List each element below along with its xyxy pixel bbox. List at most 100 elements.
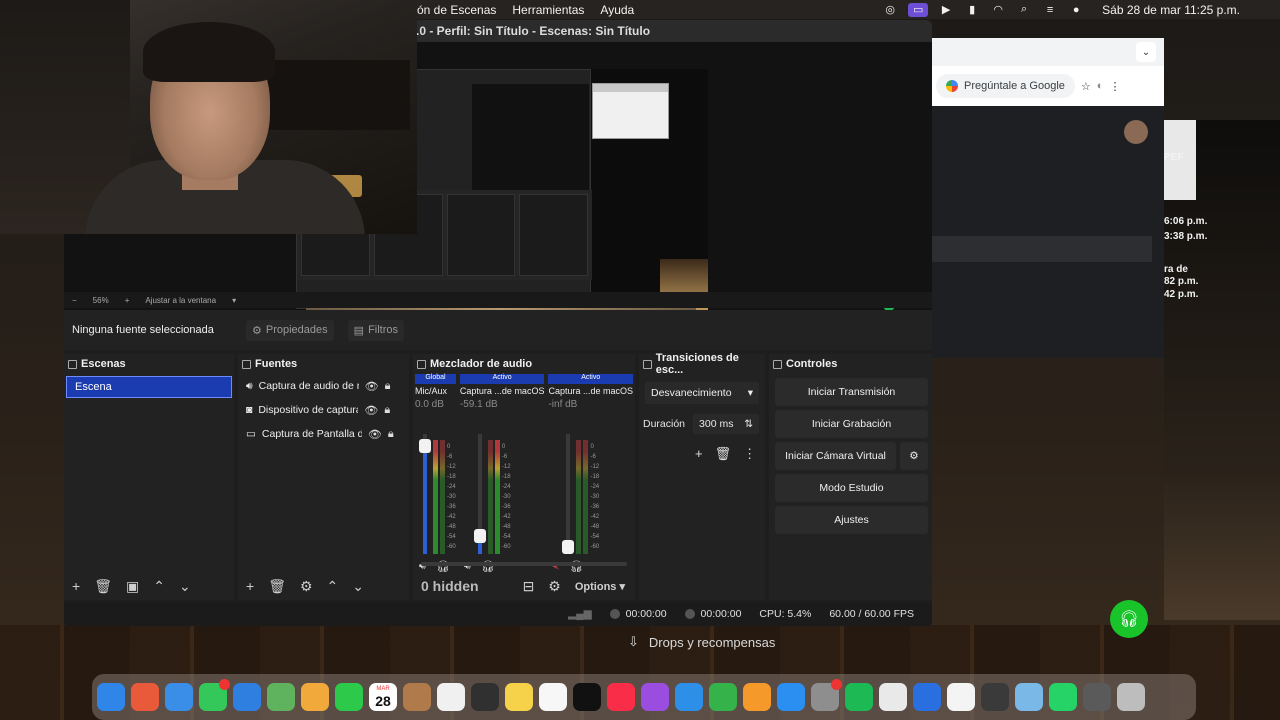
- visibility-eye-icon[interactable]: 👁︎: [365, 380, 379, 393]
- move-up-icon[interactable]: ⌃: [153, 578, 165, 595]
- source-item[interactable]: 🔊︎ Captura de audio de n 👁︎ 🔒︎: [238, 374, 409, 398]
- add-source-icon[interactable]: +: [246, 578, 254, 594]
- mixer-scrollbar[interactable]: [421, 562, 627, 566]
- dock-app-photos[interactable]: [301, 683, 329, 711]
- dock-app-card-app[interactable]: [879, 683, 907, 711]
- zoom-dropdown-icon[interactable]: ▾: [232, 296, 236, 305]
- bookmark-star-icon[interactable]: ☆: [1081, 80, 1091, 93]
- scene-item-escena[interactable]: Escena: [66, 376, 232, 398]
- dock-app-mail[interactable]: [233, 683, 261, 711]
- obs-tray-icon[interactable]: ◎: [882, 4, 898, 16]
- remove-source-icon[interactable]: 🗑: [268, 578, 286, 595]
- wifi-icon[interactable]: ◠: [990, 4, 1006, 16]
- headset-support-icon[interactable]: 🎧︎: [1110, 600, 1148, 638]
- move-down-icon[interactable]: ⌄: [352, 578, 364, 595]
- lock-icon[interactable]: 🔒︎: [388, 428, 394, 441]
- drops-banner[interactable]: ⇩ Drops y recompensas: [628, 634, 775, 650]
- search-icon[interactable]: ⌕: [1016, 3, 1032, 16]
- remove-scene-icon[interactable]: 🗑: [94, 578, 112, 595]
- scene-filters-icon[interactable]: ▣: [126, 578, 139, 595]
- dock-app-messages[interactable]: [199, 679, 230, 711]
- dock-app-chrome[interactable]: [947, 683, 975, 711]
- zoom-in-icon[interactable]: +: [125, 296, 130, 305]
- menu-item-escenas[interactable]: ón de Escenas: [417, 3, 496, 17]
- add-transition-icon[interactable]: +: [695, 446, 703, 462]
- channel-name[interactable]: Captura ...de macOS: [548, 386, 633, 396]
- dock-app-safari[interactable]: [165, 683, 193, 711]
- source-item[interactable]: ◙ Dispositivo de captura 👁︎ 🔒︎: [238, 398, 409, 422]
- start-recording-button[interactable]: Iniciar Grabación: [775, 410, 928, 438]
- spinner-arrows-icon[interactable]: ⇅: [744, 418, 753, 430]
- dock-app-keynote[interactable]: [675, 683, 703, 711]
- play-icon[interactable]: ▶: [938, 4, 954, 16]
- start-virtual-camera-button[interactable]: Iniciar Cámara Virtual: [775, 442, 896, 470]
- dock-app-reminders[interactable]: [437, 683, 465, 711]
- source-settings-icon[interactable]: ⚙: [300, 578, 313, 595]
- screen-share-icon[interactable]: ▭: [908, 2, 929, 17]
- tab-search-icon[interactable]: ⌄: [1136, 42, 1156, 62]
- siri-icon[interactable]: ●: [1068, 4, 1084, 16]
- dock-app-numbers[interactable]: [709, 683, 737, 711]
- add-scene-icon[interactable]: +: [72, 578, 80, 594]
- dock-app-contacts[interactable]: [403, 683, 431, 711]
- start-streaming-button[interactable]: Iniciar Transmisión: [775, 378, 928, 406]
- volume-slider[interactable]: [419, 434, 431, 554]
- dock-app-finder[interactable]: [97, 683, 125, 711]
- volume-slider[interactable]: [473, 434, 486, 554]
- mixer-settings-icon[interactable]: ⚙: [548, 578, 561, 595]
- volume-slider[interactable]: [562, 434, 575, 554]
- more-options-icon[interactable]: ⋮: [743, 446, 756, 462]
- channel-name[interactable]: Mic/Aux: [415, 386, 456, 396]
- menu-item-herramientas[interactable]: Herramientas: [512, 3, 584, 17]
- slider-knob[interactable]: [419, 439, 431, 453]
- dock-app-obs[interactable]: [471, 683, 499, 711]
- properties-button[interactable]: ⚙ Propiedades: [246, 319, 334, 341]
- menu-item-ayuda[interactable]: Ayuda: [600, 3, 634, 17]
- dock-app-notes[interactable]: [505, 683, 533, 711]
- zoom-fit-label[interactable]: Ajustar a la ventana: [145, 296, 216, 305]
- dock-app-maps[interactable]: [267, 683, 295, 711]
- dock-app-facetime[interactable]: [335, 683, 363, 711]
- omnibox[interactable]: Pregúntale a Google: [936, 74, 1075, 98]
- dock-app-obs-studio[interactable]: [981, 683, 1009, 711]
- lock-icon[interactable]: 🔒︎: [385, 380, 391, 393]
- control-center-icon[interactable]: ≡: [1042, 4, 1058, 16]
- dock-app-mascot-app[interactable]: [1015, 683, 1043, 711]
- channel-name[interactable]: Captura ...de macOS: [460, 386, 545, 396]
- extension-icon[interactable]: ◐: [1097, 80, 1104, 92]
- dock-app-spotify[interactable]: [845, 683, 873, 711]
- menu-clock[interactable]: Sáb 28 de mar 11:25 p.m.: [1102, 3, 1240, 17]
- options-button[interactable]: Options ▾: [575, 580, 625, 593]
- studio-mode-button[interactable]: Modo Estudio: [775, 474, 928, 502]
- slider-knob[interactable]: [562, 540, 575, 554]
- dock-app-blue-app[interactable]: [913, 683, 941, 711]
- hidden-count[interactable]: 0 hidden: [421, 578, 479, 594]
- lock-icon[interactable]: 🔒︎: [384, 404, 390, 417]
- visibility-eye-icon[interactable]: 👁︎: [368, 428, 382, 441]
- battery-icon[interactable]: ▮: [964, 4, 980, 16]
- dock-app-launchpad[interactable]: [131, 683, 159, 711]
- layout-toggle-icon[interactable]: ⊟: [523, 578, 535, 595]
- profile-avatar[interactable]: [1124, 120, 1148, 144]
- settings-button[interactable]: Ajustes: [775, 506, 928, 534]
- transition-select[interactable]: Desvanecimiento ▾: [645, 382, 759, 404]
- visibility-eye-icon[interactable]: 👁︎: [364, 404, 378, 417]
- duration-spinner[interactable]: 300 ms ⇅: [693, 414, 760, 434]
- slider-knob[interactable]: [473, 529, 486, 543]
- menu-dots-icon[interactable]: ⋮: [1109, 80, 1120, 93]
- dock-app-folder[interactable]: [1083, 683, 1111, 711]
- filters-button[interactable]: ▤ Filtros: [347, 319, 405, 341]
- source-item[interactable]: ▭ Captura de Pantalla de 👁︎ 🔒︎: [238, 422, 409, 446]
- dock-app-apple-tv[interactable]: [573, 683, 601, 711]
- dock-app-freeform[interactable]: [539, 683, 567, 711]
- dock-app-whatsapp[interactable]: [1049, 683, 1077, 711]
- virtual-camera-settings-icon[interactable]: ⚙: [900, 442, 928, 470]
- remove-transition-icon[interactable]: 🗑: [715, 446, 732, 462]
- dock-app-app-store[interactable]: [777, 683, 805, 711]
- zoom-out-icon[interactable]: −: [72, 296, 77, 305]
- dock-app-music[interactable]: [607, 683, 635, 711]
- move-down-icon[interactable]: ⌄: [179, 578, 191, 595]
- dock-app-pages[interactable]: [743, 683, 771, 711]
- dock-app-calendar[interactable]: MAR 28: [369, 683, 397, 711]
- dock-app-system-settings[interactable]: [811, 679, 842, 711]
